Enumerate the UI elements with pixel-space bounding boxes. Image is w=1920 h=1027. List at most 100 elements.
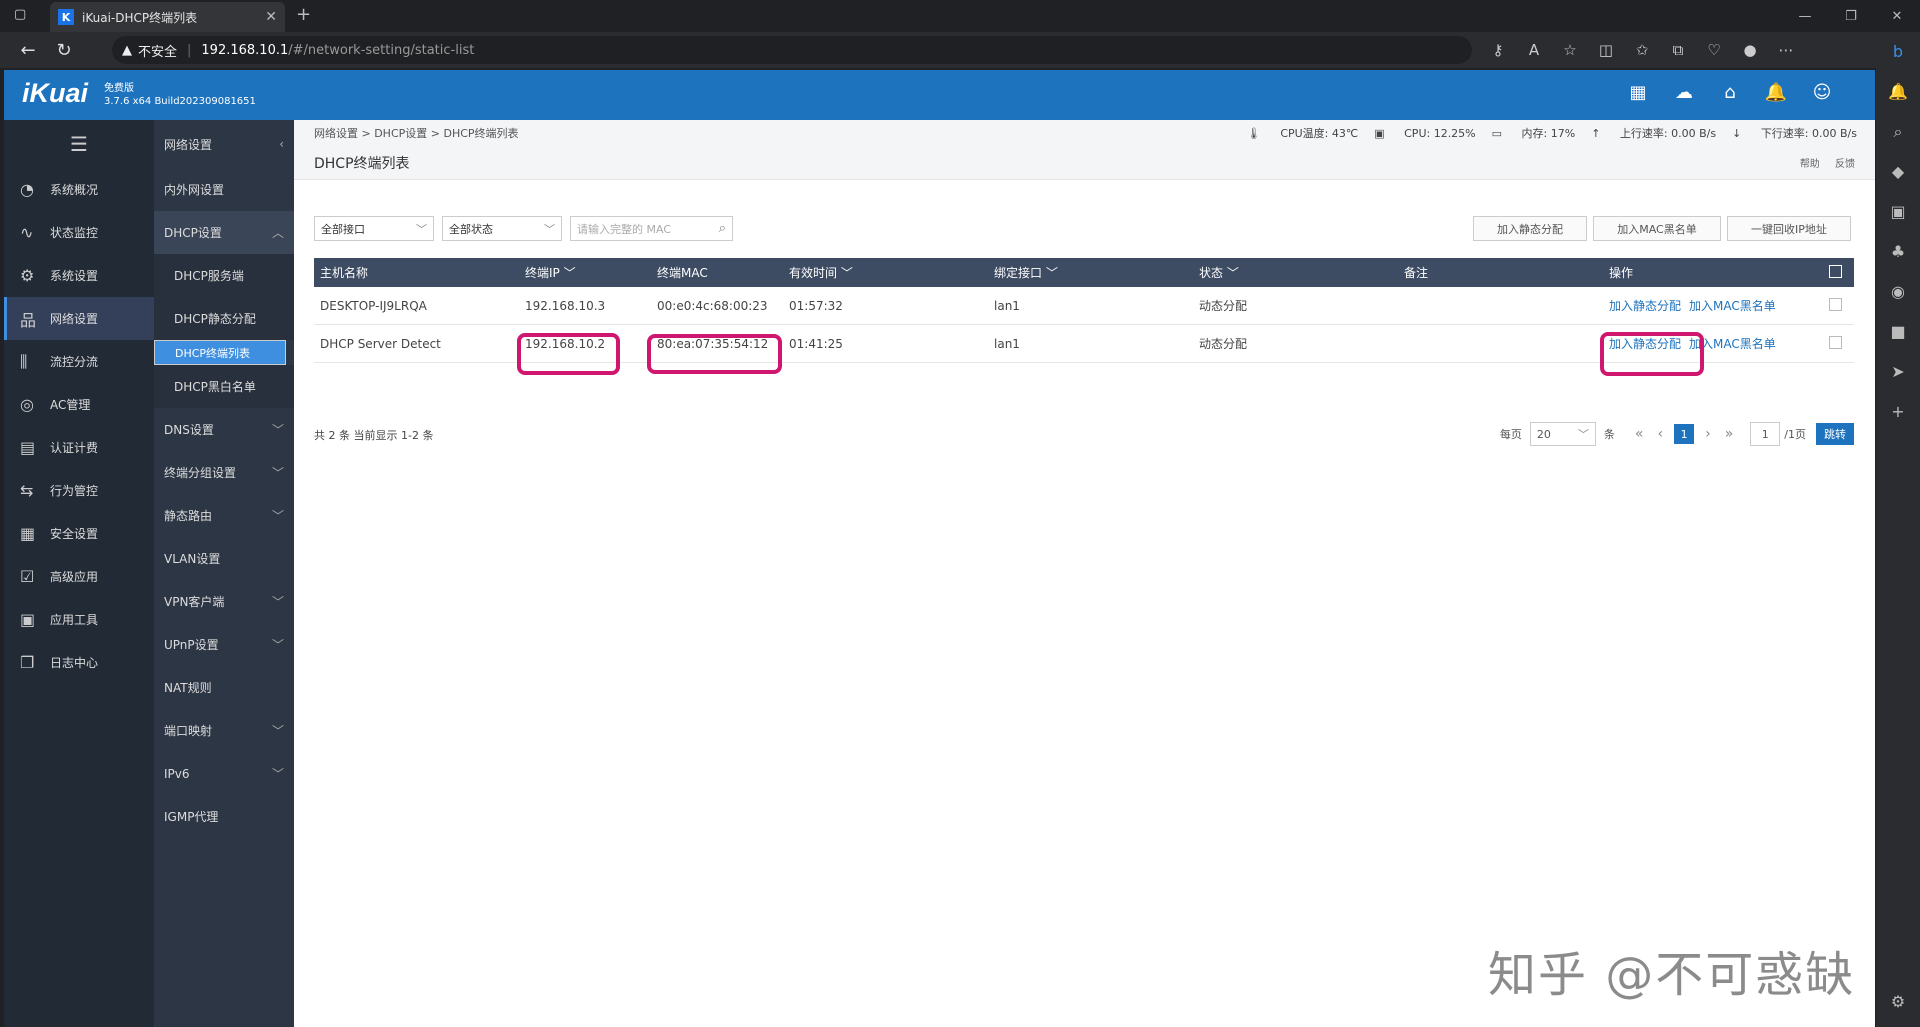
- add-icon[interactable]: +: [1876, 392, 1920, 432]
- cloud-icon[interactable]: ☁: [1661, 82, 1707, 103]
- subnav-item-dhcp-clients[interactable]: DHCP终端列表: [154, 340, 286, 365]
- main-content: 网络设置 > DHCP设置 > DHCP终端列表 🌡 CPU温度: 43℃ ▣ …: [294, 120, 1875, 1027]
- subnav-item-vpn[interactable]: VPN客户端 ﹀: [154, 580, 294, 623]
- refresh-icon[interactable]: ↻: [46, 40, 82, 61]
- sidebar-item-flow[interactable]: ⫼ 流控分流: [4, 340, 154, 383]
- settings-icon[interactable]: ⚙: [1876, 982, 1920, 1022]
- firewall-icon: ▦: [20, 524, 36, 543]
- tag-icon[interactable]: ◆: [1876, 152, 1920, 192]
- home-icon[interactable]: ⌂: [1707, 82, 1753, 103]
- edge-sidebar: b 🔔 ⌕ ◆ ▣ ♣ ◉ ■ ➤ + ⚙: [1876, 32, 1920, 1027]
- profile-avatar-icon[interactable]: ●: [1732, 41, 1768, 59]
- people-icon[interactable]: ♣: [1876, 232, 1920, 272]
- favorite-star-icon[interactable]: ☆: [1552, 41, 1588, 59]
- row-add-static-link[interactable]: 加入静态分配: [1609, 299, 1681, 313]
- jump-button[interactable]: 跳转: [1816, 423, 1854, 445]
- sidebar-item-ac[interactable]: ◎ AC管理: [4, 383, 154, 426]
- page-size-select[interactable]: 20 ﹀: [1529, 422, 1596, 446]
- select-all-checkbox[interactable]: [1829, 264, 1842, 278]
- url-path: /#/network-setting/static-list: [288, 42, 475, 58]
- close-tab-icon[interactable]: ✕: [265, 9, 277, 25]
- sidebar-item-overview[interactable]: ◔ 系统概况: [4, 168, 154, 211]
- sidebar-item-auth[interactable]: ▤ 认证计费: [4, 426, 154, 469]
- subnav-item-upnp[interactable]: UPnP设置 ﹀: [154, 623, 294, 666]
- add-static-button[interactable]: 加入静态分配: [1473, 216, 1587, 241]
- subnav-item-igmp[interactable]: IGMP代理: [154, 795, 294, 838]
- back-icon[interactable]: ←: [10, 40, 46, 61]
- key-icon[interactable]: ⚷: [1480, 41, 1516, 59]
- close-window-icon[interactable]: ✕: [1874, 0, 1920, 32]
- url-field[interactable]: ▲ 不安全 | 192.168.10.1 /#/network-setting/…: [112, 36, 1472, 64]
- sidebar-item-network[interactable]: 品网络设置: [4, 297, 154, 340]
- subnav-item-nat[interactable]: NAT规则: [154, 666, 294, 709]
- grid-icon[interactable]: ▦: [1615, 82, 1661, 103]
- user-icon[interactable]: ☺: [1799, 82, 1845, 103]
- warning-icon: ▲: [122, 42, 132, 58]
- sidebar-item-advanced[interactable]: ☑ 高级应用: [4, 555, 154, 598]
- subnav-item-dhcp-server[interactable]: DHCP服务端: [154, 254, 294, 297]
- search-icon[interactable]: ⌕: [1876, 112, 1920, 152]
- subnav-item-port-mapping[interactable]: 端口映射 ﹀: [154, 709, 294, 752]
- chevron-down-icon: ﹀: [271, 724, 284, 738]
- feedback-link[interactable]: 反馈: [1835, 159, 1855, 170]
- subnav-item-static-route[interactable]: 静态路由 ﹀: [154, 494, 294, 537]
- row-checkbox[interactable]: [1829, 297, 1842, 311]
- subnav-item-lan-wan[interactable]: 内外网设置: [154, 168, 294, 211]
- send-icon[interactable]: ➤: [1876, 352, 1920, 392]
- new-tab-icon[interactable]: +: [296, 4, 311, 25]
- prev-page-icon[interactable]: ‹: [1657, 426, 1663, 442]
- subnav-item-dns[interactable]: DNS设置 ﹀: [154, 408, 294, 451]
- minimize-icon[interactable]: —: [1782, 0, 1828, 32]
- read-aloud-icon[interactable]: A: [1516, 41, 1552, 59]
- collapse-chevron-icon[interactable]: ‹: [279, 137, 284, 151]
- collections-icon[interactable]: ⧉: [1660, 41, 1696, 59]
- cpu-stat: ▣ CPU: 12.25%: [1374, 126, 1476, 140]
- sidebar-item-logs[interactable]: ❐ 日志中心: [4, 641, 154, 684]
- row-add-mac-blacklist-link[interactable]: 加入MAC黑名单: [1689, 299, 1776, 313]
- first-page-icon[interactable]: «: [1635, 426, 1644, 442]
- add-mac-blacklist-button[interactable]: 加入MAC黑名单: [1593, 216, 1721, 241]
- subnav-item-vlan[interactable]: VLAN设置: [154, 537, 294, 580]
- subnav-item-groups[interactable]: 终端分组设置 ﹀: [154, 451, 294, 494]
- circle-app-icon[interactable]: ◉: [1876, 272, 1920, 312]
- toolbox-icon[interactable]: ▣: [1876, 192, 1920, 232]
- ikuai-logo: iKuai: [22, 78, 89, 108]
- id-card-icon: ▤: [20, 438, 36, 457]
- search-icon[interactable]: ⌕: [719, 221, 726, 236]
- tab-actions-icon[interactable]: ▢: [14, 7, 26, 22]
- browser-tab[interactable]: K iKuai-DHCP终端列表 ✕: [50, 2, 285, 32]
- help-link[interactable]: 帮助: [1800, 159, 1820, 170]
- sidebar-item-monitor[interactable]: ∿ 状态监控: [4, 211, 154, 254]
- reclaim-ip-button[interactable]: 一键回收IP地址: [1727, 216, 1851, 241]
- sidebar-item-security[interactable]: ▦ 安全设置: [4, 512, 154, 555]
- status-select[interactable]: 全部状态 ﹀: [442, 216, 562, 241]
- current-page-button[interactable]: 1: [1674, 424, 1695, 444]
- favorites-icon[interactable]: ✩: [1624, 41, 1660, 59]
- sidebar-item-behavior[interactable]: ⇆ 行为管控: [4, 469, 154, 512]
- subnav-item-dhcp-blacklist[interactable]: DHCP黑白名单: [154, 365, 294, 408]
- subnav-item-ipv6[interactable]: IPv6 ﹀: [154, 752, 294, 795]
- download-stat: ↓ 下行速率: 0.00 B/s: [1732, 127, 1857, 140]
- chevron-down-icon: ﹀: [271, 423, 284, 437]
- notification-icon[interactable]: 🔔: [1876, 72, 1920, 112]
- bing-icon[interactable]: b: [1876, 32, 1920, 72]
- subnav-item-dhcp[interactable]: DHCP设置 ︿: [154, 211, 294, 254]
- outlook-icon[interactable]: ■: [1876, 312, 1920, 352]
- mac-search-input[interactable]: 请输入完整的 MAC ⌕: [570, 216, 733, 241]
- chevron-down-icon: ﹀: [416, 222, 427, 236]
- health-icon[interactable]: ♡: [1696, 41, 1732, 59]
- page-number-input[interactable]: 1: [1750, 422, 1781, 446]
- menu-collapse-icon[interactable]: ☰: [4, 120, 154, 168]
- interface-select[interactable]: 全部接口 ﹀: [314, 216, 434, 241]
- split-screen-icon[interactable]: ◫: [1588, 41, 1624, 59]
- bell-icon[interactable]: 🔔: [1753, 82, 1799, 103]
- next-page-icon[interactable]: ›: [1705, 426, 1711, 442]
- page-title: DHCP终端列表: [314, 155, 410, 172]
- sidebar-item-tools[interactable]: ▣ 应用工具: [4, 598, 154, 641]
- restore-icon[interactable]: ❐: [1828, 0, 1874, 32]
- last-page-icon[interactable]: »: [1725, 426, 1734, 442]
- row-checkbox[interactable]: [1829, 335, 1842, 349]
- subnav-item-dhcp-static[interactable]: DHCP静态分配: [154, 297, 294, 340]
- more-menu-icon[interactable]: ⋯: [1768, 41, 1804, 59]
- sidebar-item-system[interactable]: ⚙ 系统设置: [4, 254, 154, 297]
